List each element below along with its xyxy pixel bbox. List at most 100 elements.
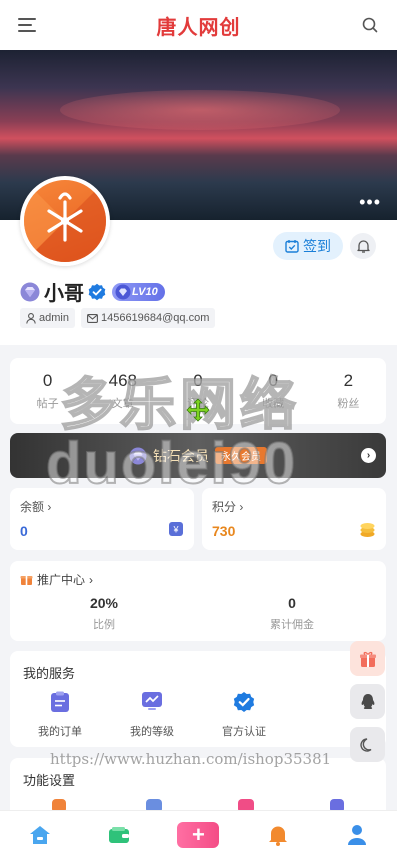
stat-number: 0 — [42, 371, 53, 390]
stat-comments[interactable]: 0 评论 — [160, 358, 235, 424]
balance-value: 0 — [20, 523, 28, 539]
promotion-ratio-label: 比例 — [93, 619, 115, 631]
stat-favorites[interactable]: 0 收藏 — [236, 358, 311, 424]
diamond-badge-icon — [20, 282, 40, 301]
tab-profile[interactable] — [332, 811, 382, 858]
stat-posts[interactable]: 0 帖子 — [10, 358, 85, 424]
balance-card[interactable]: 余额 › 0 ¥ — [10, 488, 194, 550]
user-tab-icon — [348, 824, 367, 845]
stat-fans[interactable]: 2 粉丝 — [311, 358, 386, 424]
checkin-label: 签到 — [303, 238, 331, 254]
balance-title-text: 余额 — [20, 500, 45, 514]
service-orders[interactable]: 我的订单 — [15, 691, 105, 739]
promotion-commission-value: 0 — [288, 595, 296, 611]
tab-publish[interactable]: + — [173, 811, 223, 858]
stat-label: 文章 — [111, 398, 134, 410]
service-verification-label: 官方认证 — [222, 726, 266, 738]
stat-articles[interactable]: 468 文章 — [85, 358, 160, 424]
level-badge: LV10 — [112, 282, 165, 301]
mail-icon — [87, 313, 98, 323]
stat-number: 468 — [108, 371, 137, 390]
level-diamond-icon — [115, 284, 131, 299]
moon-icon — [359, 737, 371, 752]
stat-number: 2 — [343, 371, 354, 390]
hamburger-icon[interactable] — [16, 14, 38, 36]
bell-icon — [356, 240, 370, 253]
user-icon — [26, 312, 36, 324]
settings-card: 功能设置 — [10, 758, 386, 818]
top-bar: 唐人网创 — [0, 0, 397, 50]
username-tag: admin — [20, 308, 75, 328]
services-title: 我的服务 — [23, 666, 76, 681]
app-title: 唐人网创 — [156, 16, 241, 39]
level-text: LV10 — [132, 285, 158, 298]
verified-badge-icon — [199, 691, 289, 715]
gift-small-icon — [20, 576, 33, 585]
coins-icon — [359, 521, 376, 543]
home-icon — [29, 825, 50, 844]
order-icon — [15, 691, 105, 715]
tab-notifications[interactable] — [253, 811, 303, 858]
verified-icon — [88, 283, 106, 300]
calendar-check-icon — [285, 240, 299, 253]
diamond-icon — [129, 447, 147, 464]
qq-icon — [361, 693, 374, 709]
vip-level-label: 钻石会员 — [153, 447, 209, 464]
points-title-text: 积分 — [212, 500, 237, 514]
checkin-button[interactable]: 签到 — [273, 232, 343, 260]
stat-number: 0 — [268, 371, 278, 390]
settings-title: 功能设置 — [23, 773, 76, 788]
gift-icon — [359, 651, 376, 667]
chevron-right-icon: › — [361, 448, 376, 463]
stat-number: 0 — [193, 371, 203, 390]
promotion-card[interactable]: 推广中心 › 20% 比例 0 累计佣金 — [10, 561, 386, 641]
more-dots-icon[interactable]: ••• — [359, 193, 381, 211]
email-tag: 1456619684@qq.com — [80, 308, 216, 328]
balance-title: 余额 › — [20, 500, 52, 514]
promotion-commission-label: 累计佣金 — [270, 619, 314, 631]
service-orders-label: 我的订单 — [38, 726, 82, 738]
profile-card: 签到 小哥 LV10 admin 1456619684@qq.com — [0, 176, 397, 345]
promotion-commission: 0 累计佣金 — [198, 595, 386, 632]
vip-badge: 永久会员 — [215, 447, 267, 464]
points-title: 积分 › — [212, 500, 244, 514]
user-tags: admin 1456619684@qq.com — [20, 308, 216, 328]
stat-label: 收藏 — [262, 398, 285, 410]
username-text: admin — [39, 312, 69, 324]
dark-mode-float-button[interactable] — [350, 727, 385, 762]
stat-label: 评论 — [187, 398, 209, 410]
name-row: 小哥 LV10 — [20, 277, 165, 306]
service-verification[interactable]: 官方认证 — [199, 691, 289, 739]
avatar[interactable] — [20, 176, 110, 266]
stats-card: 0 帖子 468 文章 0 评论 0 收藏 2 粉丝 — [10, 358, 386, 424]
level-chart-icon — [107, 691, 197, 715]
search-icon[interactable] — [359, 14, 381, 36]
tab-home[interactable] — [15, 811, 65, 858]
user-name: 小哥 — [44, 283, 84, 305]
vip-badge-text: 永久会员 — [221, 452, 261, 463]
plus-icon: + — [177, 821, 220, 848]
floating-actions — [350, 641, 385, 762]
service-level[interactable]: 我的等级 — [107, 691, 197, 739]
promotion-title: 推广中心 — [37, 573, 86, 587]
services-card: 我的服务 我的订单 我的等级 官方认证 — [10, 651, 386, 747]
notification-button[interactable] — [350, 233, 376, 259]
tab-wallet[interactable] — [94, 811, 144, 858]
promotion-ratio: 20% 比例 — [10, 595, 198, 632]
service-level-label: 我的等级 — [130, 726, 174, 738]
email-text: 1456619684@qq.com — [100, 312, 210, 324]
svg-text:¥: ¥ — [172, 525, 179, 535]
vip-banner[interactable]: 钻石会员 永久会员 › — [10, 433, 386, 478]
wallet-icon: ¥ — [168, 521, 184, 542]
bottom-tab-bar: + — [0, 810, 397, 858]
stat-label: 粉丝 — [337, 398, 360, 410]
cover-glow — [60, 90, 340, 130]
promotion-header: 推广中心 › — [20, 571, 93, 588]
gift-float-button[interactable] — [350, 641, 385, 676]
bell-tab-icon — [268, 826, 287, 846]
stat-label: 帖子 — [36, 398, 59, 410]
promotion-ratio-value: 20% — [89, 595, 119, 611]
points-card[interactable]: 积分 › 730 — [202, 488, 386, 550]
qq-float-button[interactable] — [350, 684, 385, 719]
wallet-tab-icon — [109, 826, 130, 843]
